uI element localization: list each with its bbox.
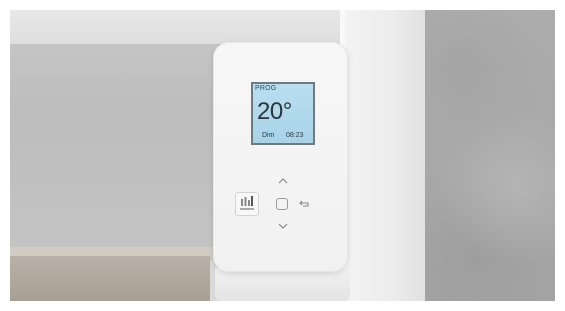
concrete-wall xyxy=(425,10,555,301)
clock-time: 08:23 xyxy=(286,132,304,139)
thermostat-control-unit: PROG 20° Dim 08:23 xyxy=(213,42,348,272)
back-button[interactable] xyxy=(298,197,312,209)
chevron-up-icon xyxy=(278,178,288,184)
up-button[interactable] xyxy=(276,175,290,187)
lcd-screen: PROG 20° Dim 08:23 xyxy=(251,82,315,145)
chevron-down-icon xyxy=(278,223,288,229)
ok-button[interactable] xyxy=(276,198,288,210)
brand-logo-icon xyxy=(235,192,259,216)
mode-indicator: PROG xyxy=(255,85,277,92)
day-label: Dim xyxy=(262,132,275,139)
temperature-readout: 20° xyxy=(257,98,292,125)
curtain xyxy=(10,256,210,301)
down-button[interactable] xyxy=(276,220,290,232)
radiator-base xyxy=(215,268,350,301)
radiator-panel xyxy=(345,10,425,301)
photo-scene: PROG 20° Dim 08:23 xyxy=(0,0,565,311)
return-arrow-icon xyxy=(299,200,309,207)
